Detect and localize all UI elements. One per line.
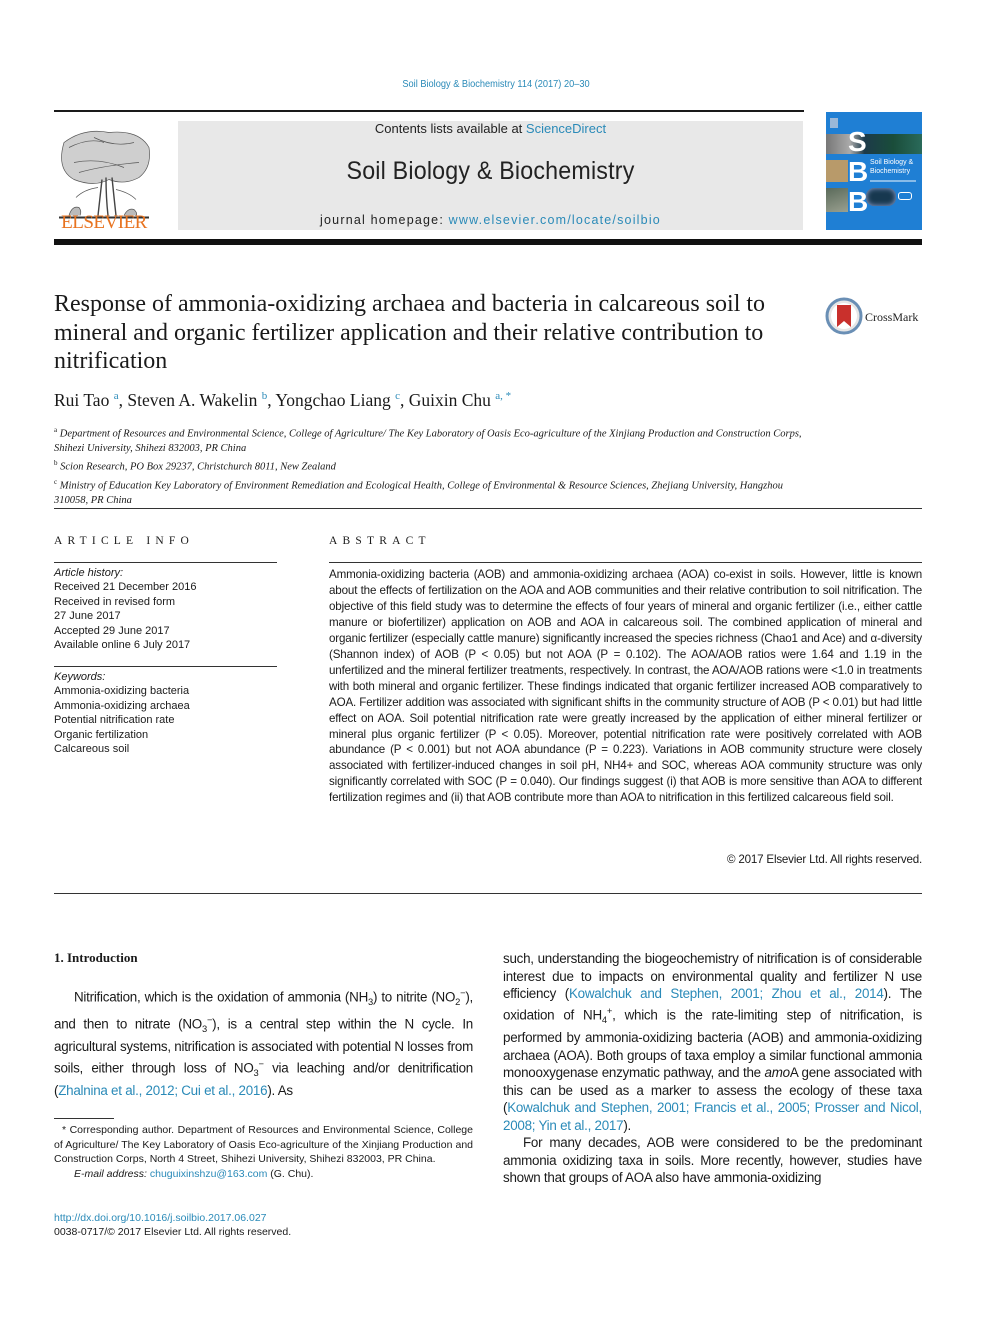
cover-title-line1: Soil Biology & xyxy=(870,159,914,166)
doi-link[interactable]: http://dx.doi.org/10.1016/j.soilbio.2017… xyxy=(54,1211,267,1226)
cover-blurb-line xyxy=(870,180,916,182)
citation-link[interactable]: Kowalchuk and Stephen, 2001; Zhou et al.… xyxy=(569,986,884,1001)
article-info-rule xyxy=(54,666,277,667)
history-item: Received in revised form xyxy=(54,595,176,608)
corresponding-author-footnote: * Corresponding author. Department of Re… xyxy=(54,1123,473,1181)
journal-cover-thumbnail[interactable]: S B B Soil Biology & Biochemistry xyxy=(826,112,922,230)
cover-image-strip-3 xyxy=(826,188,848,212)
contents-line: Contents lists available at ScienceDirec… xyxy=(178,121,803,136)
article-title: Response of ammonia-oxidizing archaea an… xyxy=(54,291,766,374)
author-name[interactable]: Guixin Chu xyxy=(409,390,491,410)
intro-paragraph: For many decades, AOB were considered to… xyxy=(503,1135,922,1186)
keyword-item: Calcareous soil xyxy=(54,743,130,756)
cover-letter-b1: B xyxy=(848,156,869,187)
abstract-heading: ABSTRACT xyxy=(329,535,431,547)
keyword-item: Ammonia-oxidizing archaea xyxy=(54,699,190,712)
section-divider xyxy=(54,893,922,894)
abstract-text: Ammonia-oxidizing bacteria (AOB) and amm… xyxy=(329,568,922,805)
crossmark-label: CrossMark xyxy=(865,310,919,324)
keywords-label: Keywords: xyxy=(54,671,106,683)
article-history: Article history: Received 21 December 20… xyxy=(54,566,277,652)
article-history-label: Article history: xyxy=(54,567,124,579)
email-link[interactable]: chuguixinshzu@163.com xyxy=(150,1168,267,1180)
cover-title-line2: Biochemistry xyxy=(870,168,911,175)
cover-letter-b2: B xyxy=(848,186,869,217)
intro-right-column: such, understanding the biogeochemistry … xyxy=(503,950,922,1187)
citation-link[interactable]: Zhalnina et al., 2012; Cui et al., 2016 xyxy=(58,1083,267,1098)
author-name[interactable]: Yongchao Liang xyxy=(275,390,390,410)
journal-homepage-link[interactable]: www.elsevier.com/locate/soilbio xyxy=(449,213,661,227)
keyword-item: Organic fertilization xyxy=(54,728,149,741)
affiliation-item: c Ministry of Education Key Laboratory o… xyxy=(54,477,783,506)
introduction-heading: 1. Introduction xyxy=(54,950,138,965)
cover-letter-s: S xyxy=(848,126,867,157)
cover-image-strip-4 xyxy=(866,188,896,206)
article-info-rule xyxy=(54,562,277,563)
footnote-rule xyxy=(54,1118,114,1119)
contents-prefix: Contents lists available at xyxy=(374,121,526,136)
history-item: Accepted 29 June 2017 xyxy=(54,624,170,637)
journal-title: Soil Biology & Biochemistry xyxy=(346,157,635,185)
keyword-item: Potential nitrification rate xyxy=(54,714,175,727)
article-info-heading: ARTICLE INFO xyxy=(54,535,194,547)
author-name[interactable]: Rui Tao xyxy=(54,390,109,410)
elsevier-wordmark[interactable]: ELSEVIER xyxy=(54,212,154,234)
journal-homepage-line: journal homepage: www.elsevier.com/locat… xyxy=(178,213,803,227)
cover-publisher-mark xyxy=(830,118,838,128)
intro-paragraph: such, understanding the biogeochemistry … xyxy=(503,951,922,1133)
affiliation-item: a Department of Resources and Environmen… xyxy=(54,426,802,454)
affiliation-item: b Scion Research, PO Box 29237, Christch… xyxy=(54,459,336,473)
journal-reference-link[interactable]: Soil Biology & Biochemistry 114 (2017) 2… xyxy=(60,78,933,90)
header-thick-rule xyxy=(54,239,922,245)
author-name[interactable]: Steven A. Wakelin xyxy=(127,390,257,410)
history-item: Received 21 December 2016 xyxy=(54,581,197,594)
author-list: Rui Tao a, Steven A. Wakelin b, Yongchao… xyxy=(54,390,512,410)
history-item: 27 June 2017 xyxy=(54,610,121,623)
section-divider xyxy=(54,508,922,509)
keywords: Keywords: Ammonia-oxidizing bacteria Amm… xyxy=(54,670,277,756)
keyword-item: Ammonia-oxidizing bacteria xyxy=(54,685,190,698)
author-affiliation-sup[interactable]: a, * xyxy=(495,390,511,402)
sciencedirect-link[interactable]: ScienceDirect xyxy=(526,121,606,136)
cover-emblem-icon xyxy=(898,192,912,200)
header-rule xyxy=(54,110,804,112)
issn-copyright: 0038-0717/© 2017 Elsevier Ltd. All right… xyxy=(54,1226,292,1238)
abstract-rule xyxy=(329,562,922,563)
corresponding-author-text: * Corresponding author. Department of Re… xyxy=(54,1124,473,1165)
affiliations: a Department of Resources and Environmen… xyxy=(54,423,814,508)
intro-paragraph: Nitrification, which is the oxidation of… xyxy=(54,988,474,1099)
homepage-prefix: journal homepage: xyxy=(320,213,449,227)
cover-image-strip-1 xyxy=(826,134,922,154)
cover-image-strip-2 xyxy=(826,160,848,182)
crossmark-button[interactable]: CrossMark xyxy=(825,297,925,335)
history-item: Available online 6 July 2017 xyxy=(54,639,191,652)
journal-banner: Contents lists available at ScienceDirec… xyxy=(178,121,803,230)
citation-link[interactable]: Kowalchuk and Stephen, 2001; Francis et … xyxy=(503,1100,922,1133)
email-line: E-mail address: chuguixinshzu@163.com (G… xyxy=(74,1167,314,1180)
crossmark-icon xyxy=(825,297,863,335)
abstract-copyright: © 2017 Elsevier Ltd. All rights reserved… xyxy=(727,853,922,866)
